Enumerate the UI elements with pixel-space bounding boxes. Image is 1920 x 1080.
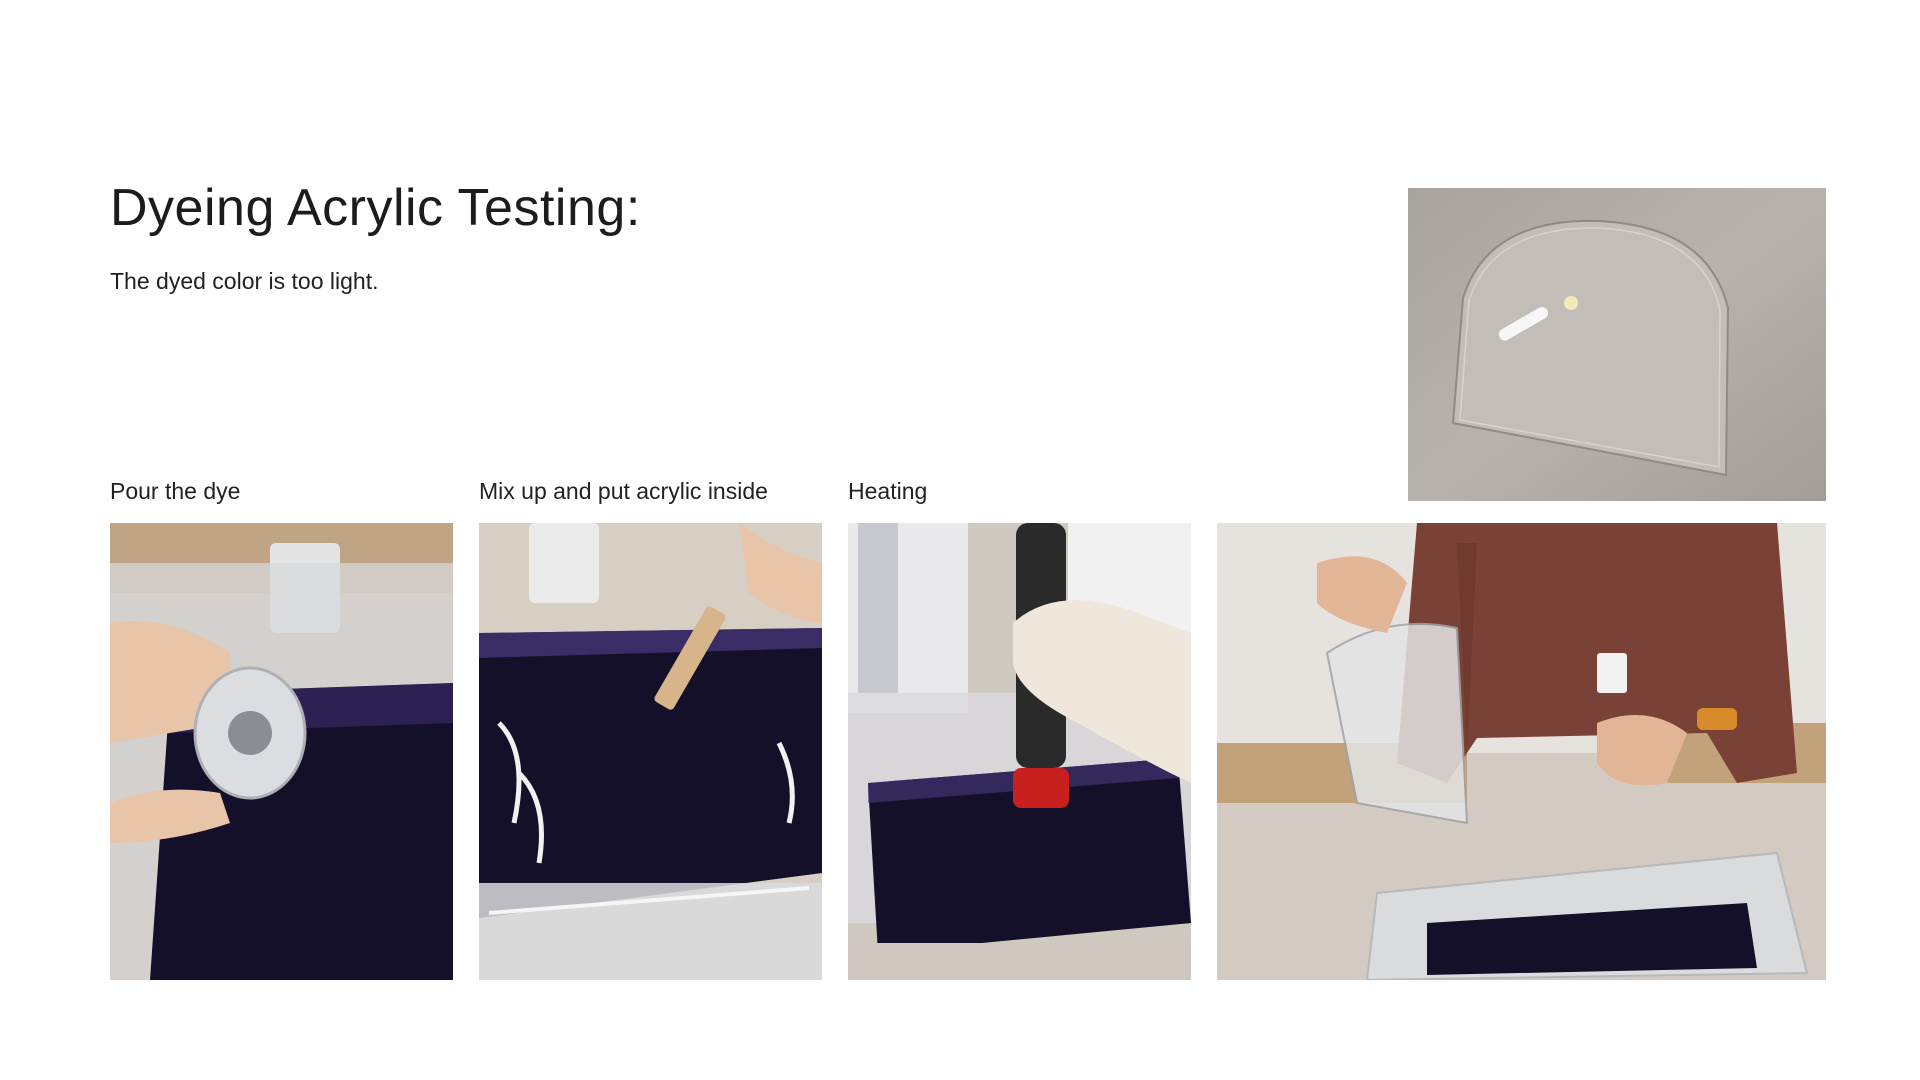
heating-photo — [848, 523, 1191, 980]
step-caption-heating: Heating — [848, 478, 928, 504]
slide-title: Dyeing Acrylic Testing: — [110, 179, 641, 237]
step-caption-pour: Pour the dye — [110, 478, 241, 504]
slide-subtitle: The dyed color is too light. — [110, 268, 379, 294]
mix-acrylic-photo — [479, 523, 822, 980]
pour-dye-photo — [110, 523, 453, 980]
acrylic-shield-photo — [1408, 188, 1826, 501]
lifting-acrylic-photo — [1217, 523, 1826, 980]
step-caption-mix: Mix up and put acrylic inside — [479, 478, 768, 504]
